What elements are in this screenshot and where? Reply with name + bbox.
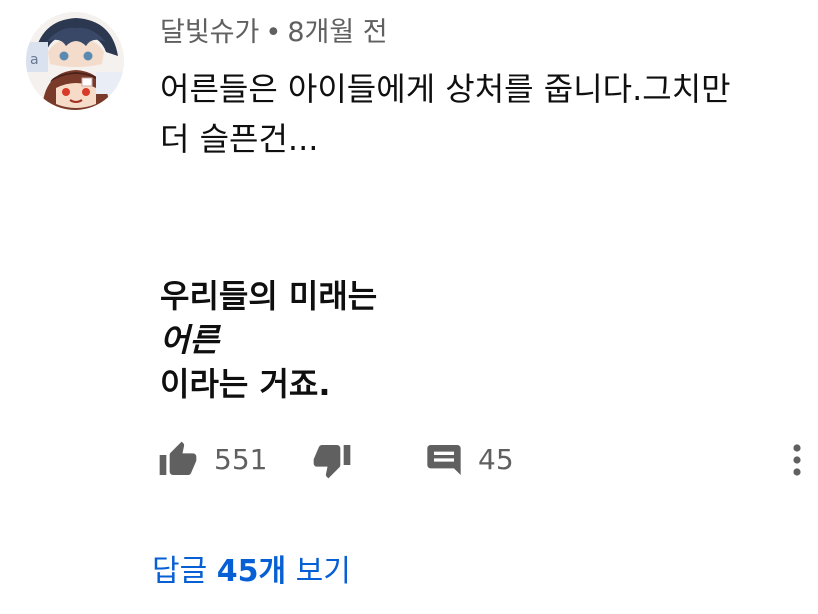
reply-count: 45: [478, 443, 514, 476]
like-count: 551: [214, 443, 268, 476]
thumbs-up-icon[interactable]: [158, 440, 198, 480]
view-replies-prefix: 답글: [152, 554, 208, 589]
comment-line: 어른들은 아이들에게 상처를 줍니다.그치만: [160, 70, 731, 108]
comment-line: 더 슬픈건...: [160, 120, 319, 158]
svg-text:a: a: [30, 52, 39, 68]
view-replies-suffix: 보기: [295, 554, 351, 589]
thumbs-down-icon[interactable]: [312, 440, 352, 480]
avatar[interactable]: a: [26, 12, 124, 110]
comment-icon[interactable]: [424, 440, 464, 480]
more-vert-icon[interactable]: [782, 438, 812, 482]
view-replies-link[interactable]: 답글 45개 보기: [152, 550, 351, 594]
comment-bold-line: 이라는 거죠.: [160, 365, 331, 403]
author-name[interactable]: 달빛슈가: [160, 17, 259, 48]
comment-emphasis-text: 우리들의 미래는 어른 이라는 거죠.: [160, 274, 377, 406]
comment-bold-italic-line: 어른: [160, 321, 219, 359]
comment-time[interactable]: 8개월 전: [287, 17, 387, 48]
separator-dot: •: [265, 17, 282, 48]
comment-action-bar: 551 45: [0, 432, 818, 488]
comment-text: 어른들은 아이들에게 상처를 줍니다.그치만 더 슬픈건...: [160, 64, 800, 164]
comment-bold-line: 우리들의 미래는: [160, 277, 378, 315]
view-replies-count: 45개: [216, 554, 287, 589]
comment-header: 달빛슈가 • 8개월 전: [160, 16, 388, 50]
